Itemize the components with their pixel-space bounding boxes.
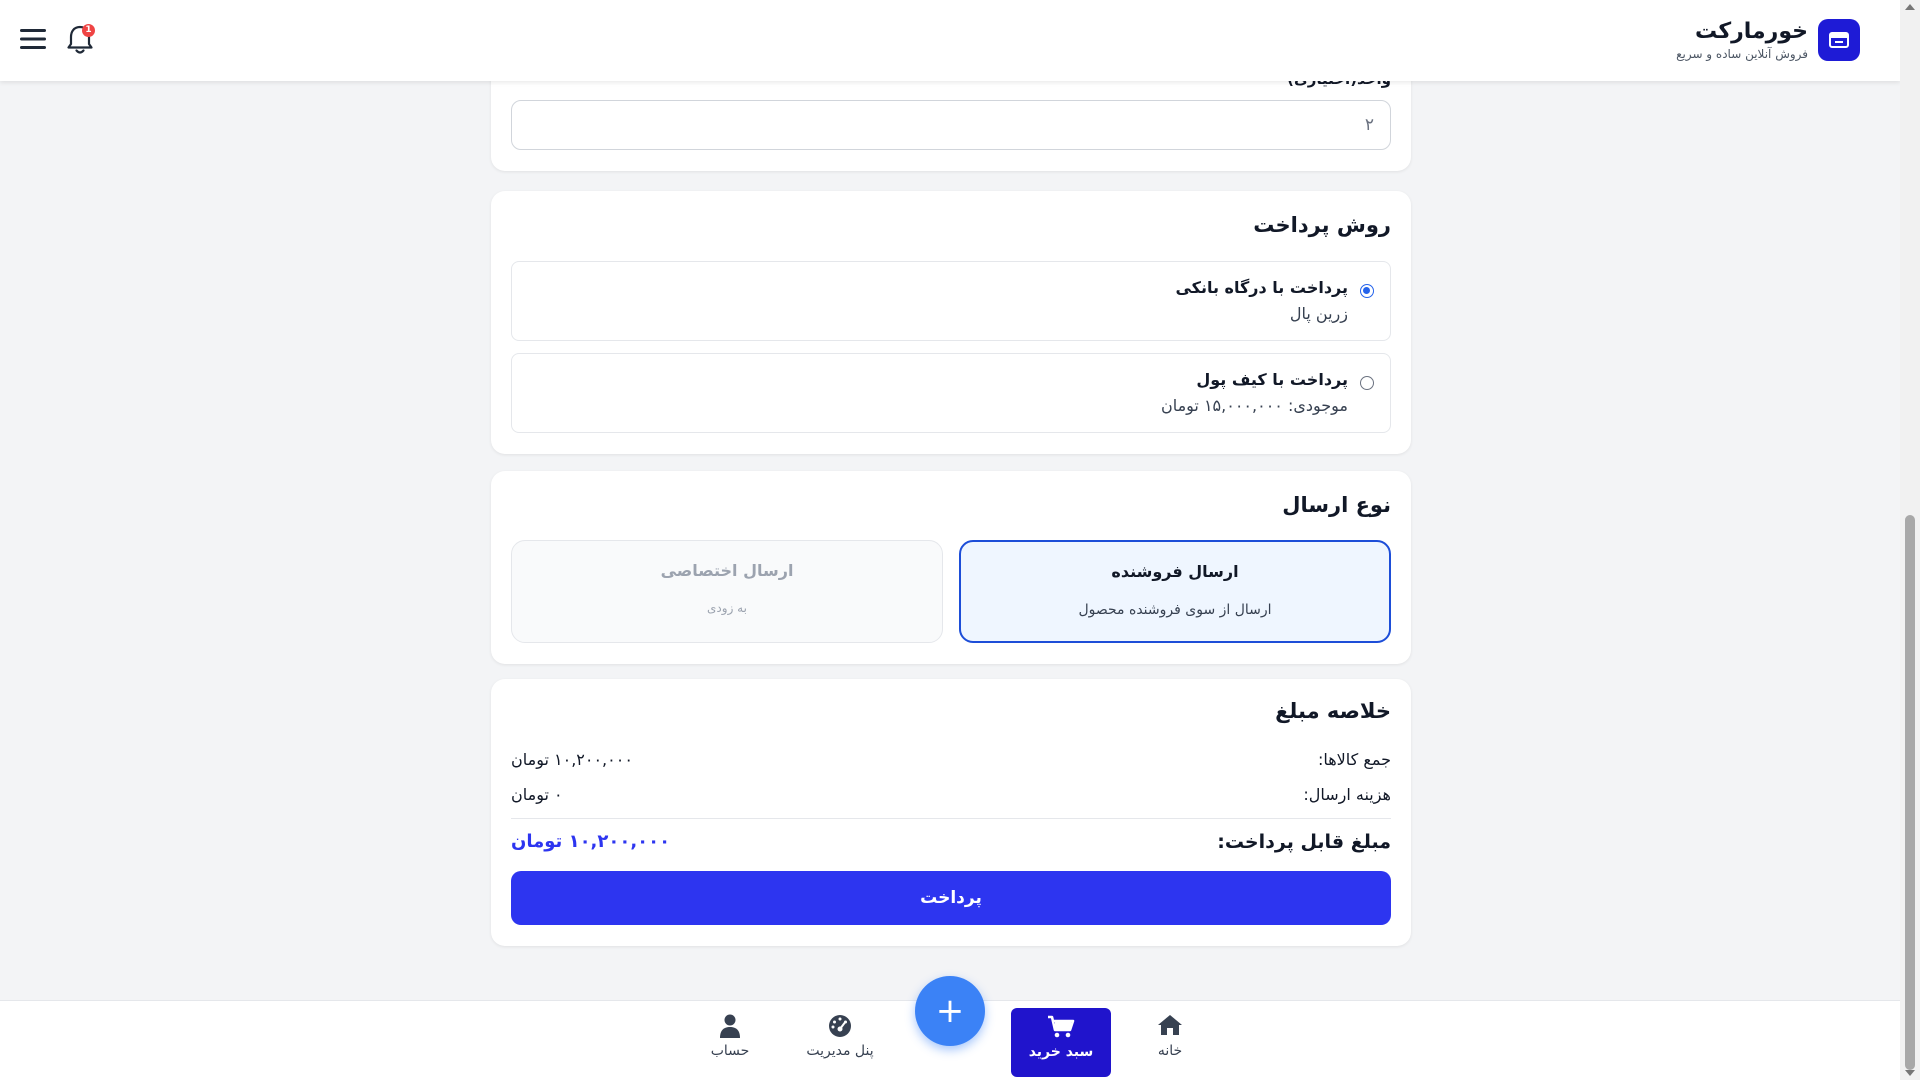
shipping-option-seller[interactable]: ارسال فروشنده ارسال از سوی فروشنده محصول — [959, 540, 1391, 643]
shipping-type-title: نوع ارسال — [1282, 493, 1391, 517]
brand-name: خورمارکت — [1695, 19, 1808, 44]
nav-home[interactable]: خانه — [1134, 1001, 1206, 1080]
nav-admin-label: پنل مدیریت — [806, 1043, 874, 1059]
shipping-type-card: نوع ارسال ارسال فروشنده ارسال از سوی فرو… — [491, 471, 1411, 664]
scroll-thumb[interactable] — [1905, 515, 1915, 1070]
menu-icon — [20, 29, 46, 49]
user-icon — [720, 1014, 740, 1038]
notification-badge: 1 — [82, 24, 95, 37]
hamburger-menu-button[interactable] — [18, 24, 48, 54]
payment-option-title: پرداخت با درگاه بانکی — [1175, 278, 1348, 297]
top-header: خورمارکت فروش آنلاین ساده و سریع 1 — [0, 0, 1900, 81]
payment-option-subtitle: زرین پال — [1289, 304, 1348, 323]
dashboard-gauge-icon — [829, 1015, 851, 1037]
payment-option-gateway[interactable]: پرداخت با درگاه بانکی زرین پال — [511, 261, 1391, 341]
payment-method-card: روش پرداخت پرداخت با درگاه بانکی زرین پا… — [491, 191, 1411, 454]
payment-option-wallet[interactable]: پرداخت با کیف پول موجودی: ۱۵,۰۰۰,۰۰۰ توم… — [511, 353, 1391, 433]
shipping-cost-label: هزینه ارسال: — [1303, 785, 1391, 804]
notification-button[interactable]: 1 — [64, 22, 96, 56]
nav-account-label: حساب — [710, 1043, 750, 1059]
unit-input[interactable] — [511, 100, 1391, 150]
radio-gateway[interactable] — [1360, 284, 1374, 298]
pay-button[interactable]: پرداخت — [511, 871, 1391, 925]
scroll-up-arrow-icon[interactable] — [1905, 4, 1915, 10]
scroll-down-arrow-icon[interactable] — [1905, 1070, 1915, 1076]
summary-title: خلاصه مبلغ — [1275, 699, 1391, 723]
payable-value: ۱۰,۲۰۰,۰۰۰ تومان — [511, 831, 671, 852]
home-icon — [1158, 1015, 1182, 1035]
items-total-value: ۱۰,۲۰۰,۰۰۰ تومان — [511, 750, 633, 769]
shipping-cost-value: ۰ تومان — [511, 785, 563, 804]
nav-account[interactable]: حساب — [700, 1001, 760, 1080]
store-icon — [1818, 19, 1860, 61]
nav-cart[interactable]: سبد خرید — [1011, 1008, 1111, 1077]
payable-label: مبلغ قابل پرداخت: — [1217, 831, 1391, 853]
divider — [511, 818, 1391, 819]
nav-cart-label: سبد خرید — [1028, 1044, 1094, 1060]
shipping-option-subtitle: به زودی — [707, 601, 747, 615]
payment-option-title: پرداخت با کیف پول — [1196, 370, 1348, 389]
wallet-balance: موجودی: ۱۵,۰۰۰,۰۰۰ تومان — [1160, 396, 1348, 415]
items-total-label: جمع کالاها: — [1317, 750, 1391, 769]
payment-method-title: روش پرداخت — [1253, 213, 1391, 237]
nav-home-label: خانه — [1157, 1043, 1183, 1059]
shipping-option-exclusive: ارسال اختصاصی به زودی — [511, 540, 943, 643]
price-summary-card: خلاصه مبلغ جمع کالاها: ۱۰,۲۰۰,۰۰۰ تومان … — [491, 679, 1411, 946]
shipping-option-subtitle: ارسال از سوی فروشنده محصول — [1078, 602, 1272, 618]
add-fab-button[interactable]: + — [915, 976, 985, 1046]
page-scrollbar[interactable] — [1900, 0, 1920, 1080]
shipping-option-title: ارسال فروشنده — [1111, 562, 1239, 581]
shipping-option-title: ارسال اختصاصی — [660, 561, 794, 580]
radio-wallet[interactable] — [1360, 376, 1374, 390]
brand[interactable]: خورمارکت فروش آنلاین ساده و سریع — [1676, 18, 1860, 62]
brand-tagline: فروش آنلاین ساده و سریع — [1676, 47, 1808, 61]
cart-icon — [1048, 1015, 1075, 1038]
nav-admin-panel[interactable]: پنل مدیریت — [795, 1001, 885, 1080]
